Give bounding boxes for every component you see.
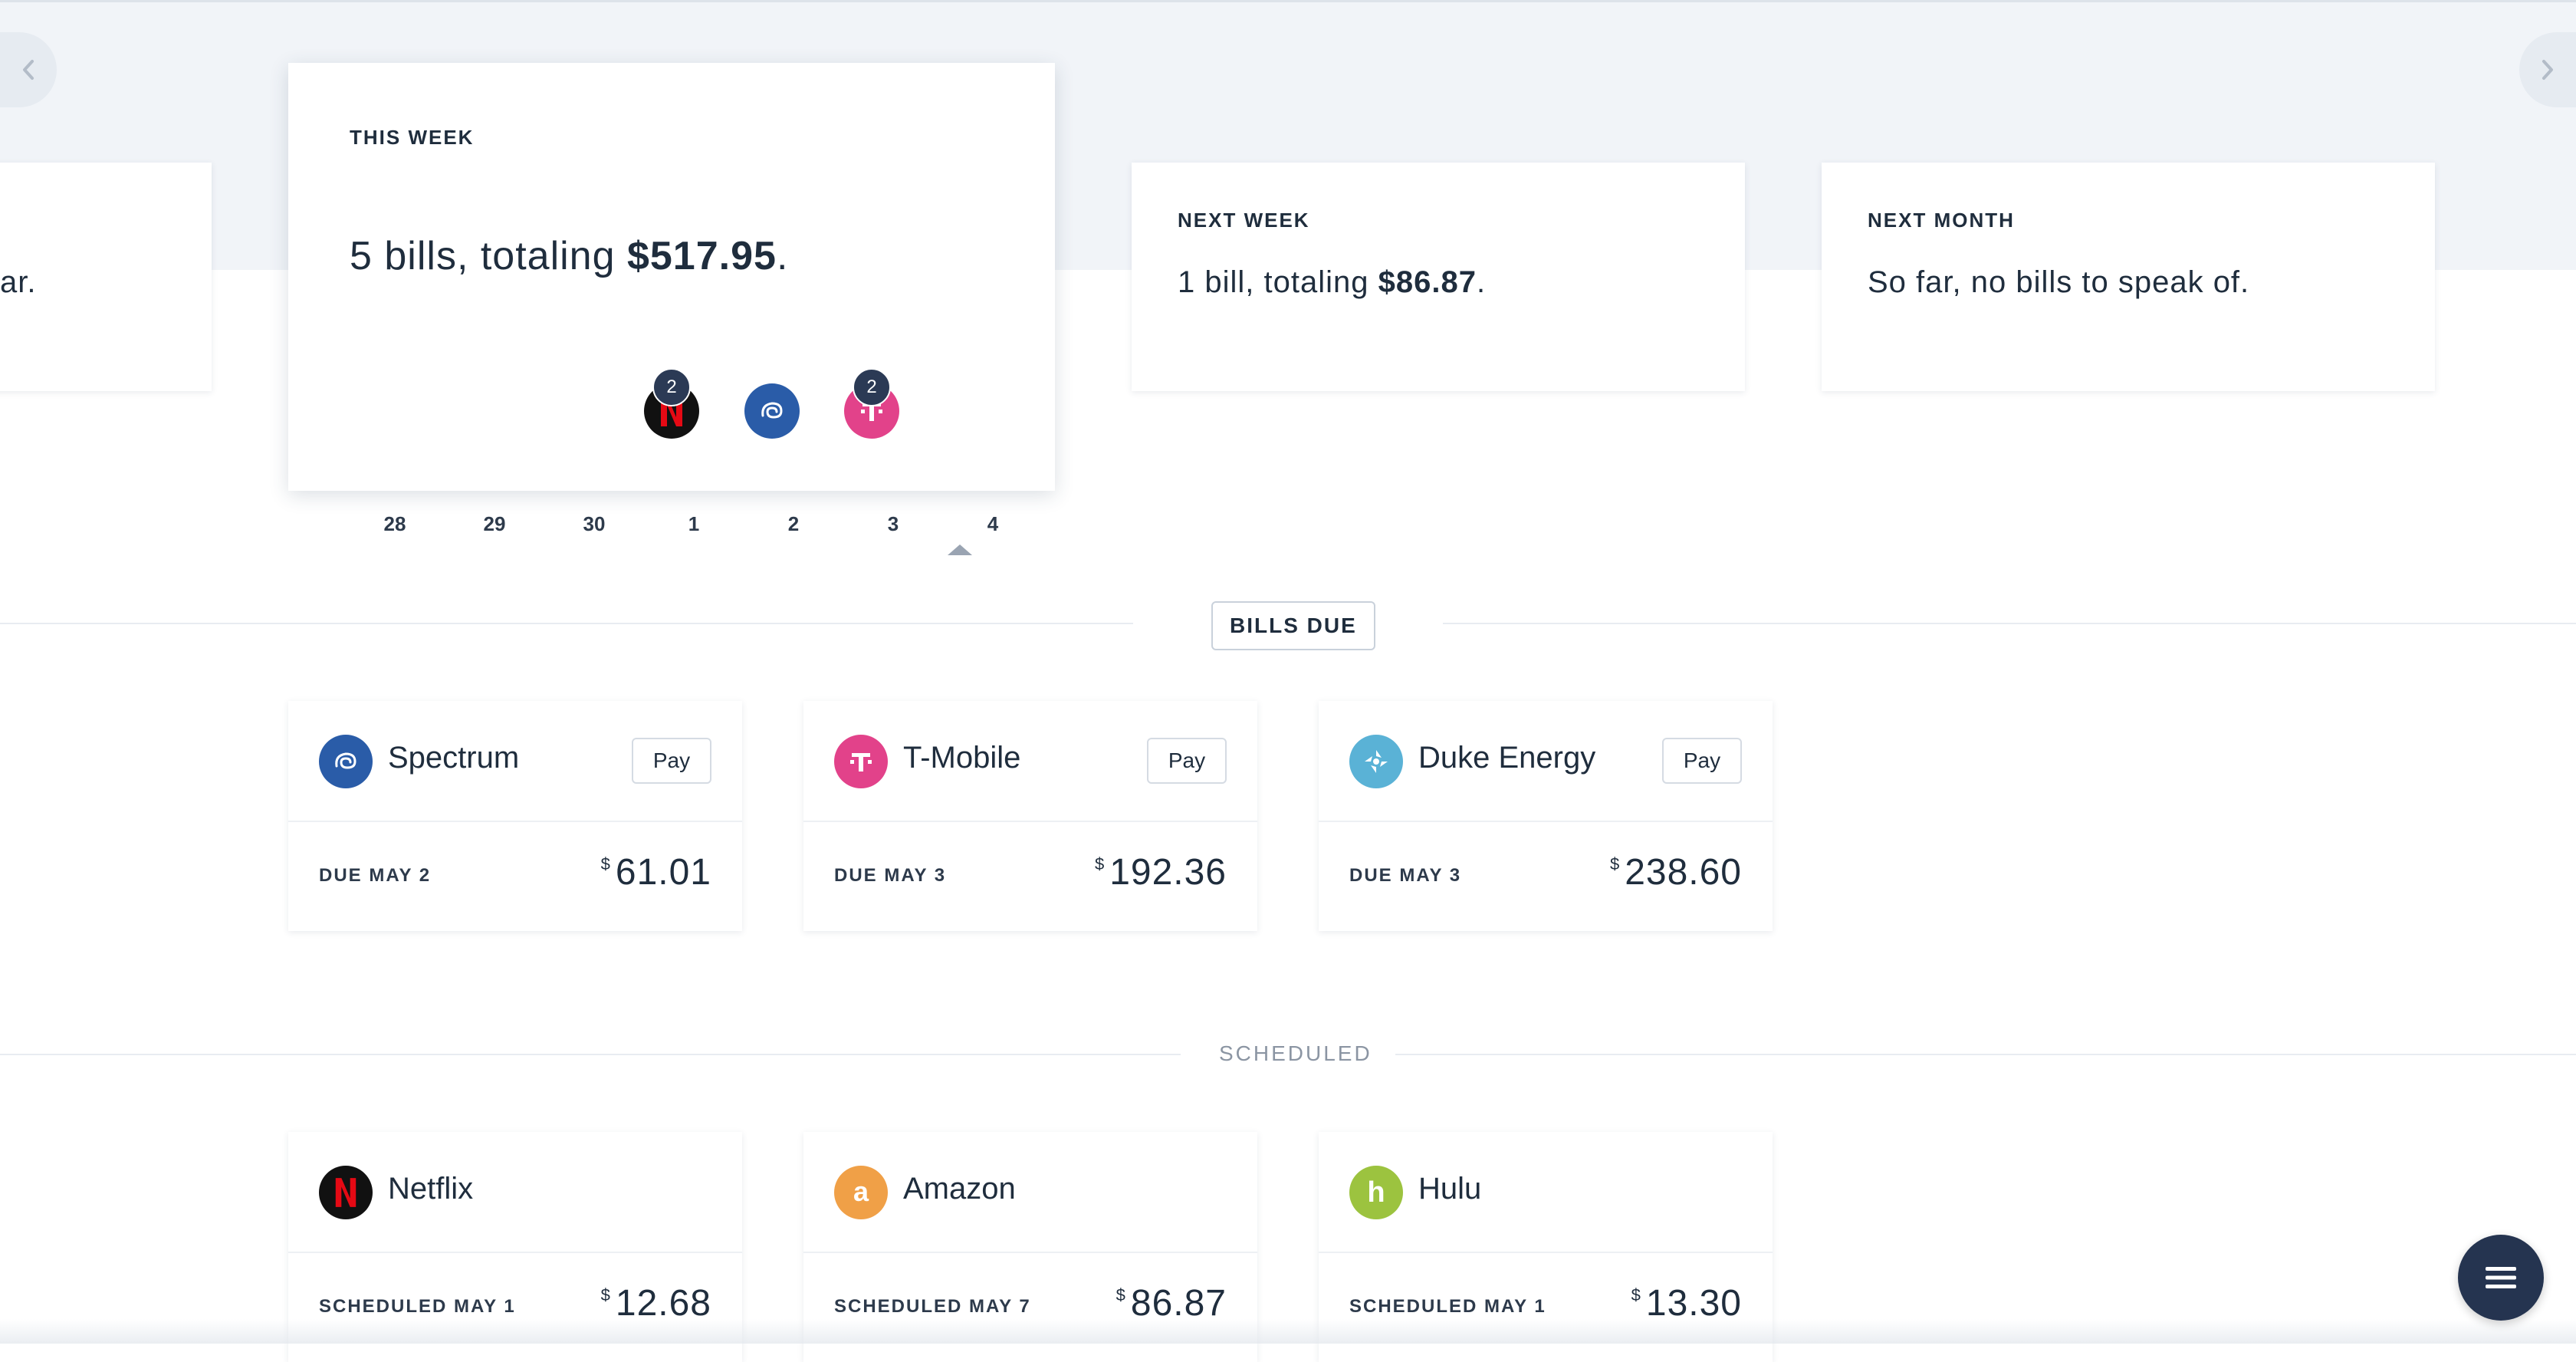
day-label: 2 (787, 512, 800, 535)
last-week-summary: ar. (0, 265, 37, 299)
bill-amount: $12.68 (600, 1283, 711, 1324)
chevron-left-icon (23, 60, 34, 80)
bills-due-divider-right (1443, 623, 2576, 624)
next-month-card[interactable]: NEXT MONTH So far, no bills to speak of. (1822, 163, 2435, 391)
biller-name: Amazon (903, 1172, 1016, 1206)
duke-energy-logo (1349, 735, 1403, 788)
hulu-logo: h (1349, 1166, 1403, 1219)
hulu-icon: h (1367, 1177, 1385, 1208)
bills-due-divider-left (0, 623, 1133, 624)
netflix-count-badge: 2 (652, 368, 691, 406)
svg-text:a: a (853, 1177, 869, 1207)
svg-text:h: h (1367, 1177, 1385, 1208)
spectrum-marker[interactable] (744, 383, 800, 439)
bill-amount: $192.36 (1094, 852, 1227, 893)
menu-icon (2486, 1267, 2516, 1288)
biller-name: Netflix (388, 1172, 474, 1206)
biller-name: T-Mobile (903, 741, 1021, 775)
due-date: DUE MAY 3 (1349, 865, 1462, 886)
due-date: DUE MAY 2 (319, 865, 432, 886)
bill-card-spectrum[interactable]: Spectrum Pay DUE MAY 2 $61.01 (288, 701, 742, 931)
next-month-summary: So far, no bills to speak of. (1868, 265, 2250, 299)
pay-button[interactable]: Pay (632, 738, 711, 784)
biller-name: Duke Energy (1418, 741, 1596, 775)
bill-card-header: a Amazon (803, 1132, 1257, 1253)
amazon-logo: a (834, 1166, 888, 1219)
chevron-right-icon (2542, 60, 2553, 80)
last-week-card[interactable]: ar. (0, 163, 212, 391)
bill-amount: $61.01 (600, 852, 711, 893)
day-label: 30 (583, 512, 606, 535)
t-mobile-logo (834, 735, 888, 788)
bill-amount: $238.60 (1609, 852, 1742, 893)
biller-name: Spectrum (388, 741, 520, 775)
netflix-logo (319, 1166, 373, 1219)
scroll-fade (0, 1319, 2576, 1344)
day-label: 29 (483, 512, 506, 535)
scheduled-divider-right (1395, 1054, 2576, 1055)
today-marker (948, 544, 972, 555)
bill-amount: $13.30 (1631, 1283, 1742, 1324)
next-week-card[interactable]: NEXT WEEK 1 bill, totaling $86.87. (1132, 163, 1745, 391)
scheduled-heading: SCHEDULED (1219, 1041, 1372, 1065)
bills-due-heading: BILLS DUE (1211, 601, 1375, 650)
week-timeline: 2 2 28 29 30 1 2 3 4 (288, 63, 1055, 555)
this-week-card[interactable]: THIS WEEK 5 bills, totaling $517.95. 2 2… (288, 63, 1055, 555)
biller-name: Hulu (1418, 1172, 1482, 1206)
spectrum-icon (761, 402, 783, 419)
duke-energy-icon (1365, 750, 1388, 773)
pay-button[interactable]: Pay (1662, 738, 1742, 784)
bill-card-header: Duke Energy Pay (1319, 701, 1773, 822)
bill-card-t-mobile[interactable]: T-Mobile Pay DUE MAY 3 $192.36 (803, 701, 1257, 931)
netflix-icon (335, 1178, 356, 1207)
pay-button[interactable]: Pay (1147, 738, 1227, 784)
day-label: 4 (987, 512, 999, 535)
scheduled-date: SCHEDULED MAY 1 (1349, 1296, 1546, 1317)
menu-button[interactable] (2458, 1235, 2544, 1321)
next-week-summary: 1 bill, totaling $86.87. (1178, 265, 1487, 299)
scheduled-date: SCHEDULED MAY 1 (319, 1296, 516, 1317)
day-label: 28 (383, 512, 406, 535)
day-label-today: 1 (688, 512, 700, 535)
bill-card-header: T-Mobile Pay (803, 701, 1257, 822)
amazon-icon: a (853, 1177, 869, 1207)
day-label: 3 (887, 512, 899, 535)
bill-amount: $86.87 (1116, 1283, 1227, 1324)
spectrum-logo (319, 735, 373, 788)
scheduled-date: SCHEDULED MAY 7 (834, 1296, 1031, 1317)
bill-card-header: Netflix (288, 1132, 742, 1253)
due-date: DUE MAY 3 (834, 865, 947, 886)
next-week-label: NEXT WEEK (1178, 209, 1310, 232)
t-mobile-count-badge: 2 (853, 368, 891, 406)
next-month-label: NEXT MONTH (1868, 209, 2015, 232)
t-mobile-icon (850, 753, 872, 771)
bill-card-duke-energy[interactable]: Duke Energy Pay DUE MAY 3 $238.60 (1319, 701, 1773, 931)
scheduled-divider-left (0, 1054, 1181, 1055)
bill-card-header: h Hulu (1319, 1132, 1773, 1253)
bill-card-header: Spectrum Pay (288, 701, 742, 822)
spectrum-icon (335, 752, 356, 769)
next-week-total: $86.87 (1378, 265, 1477, 299)
